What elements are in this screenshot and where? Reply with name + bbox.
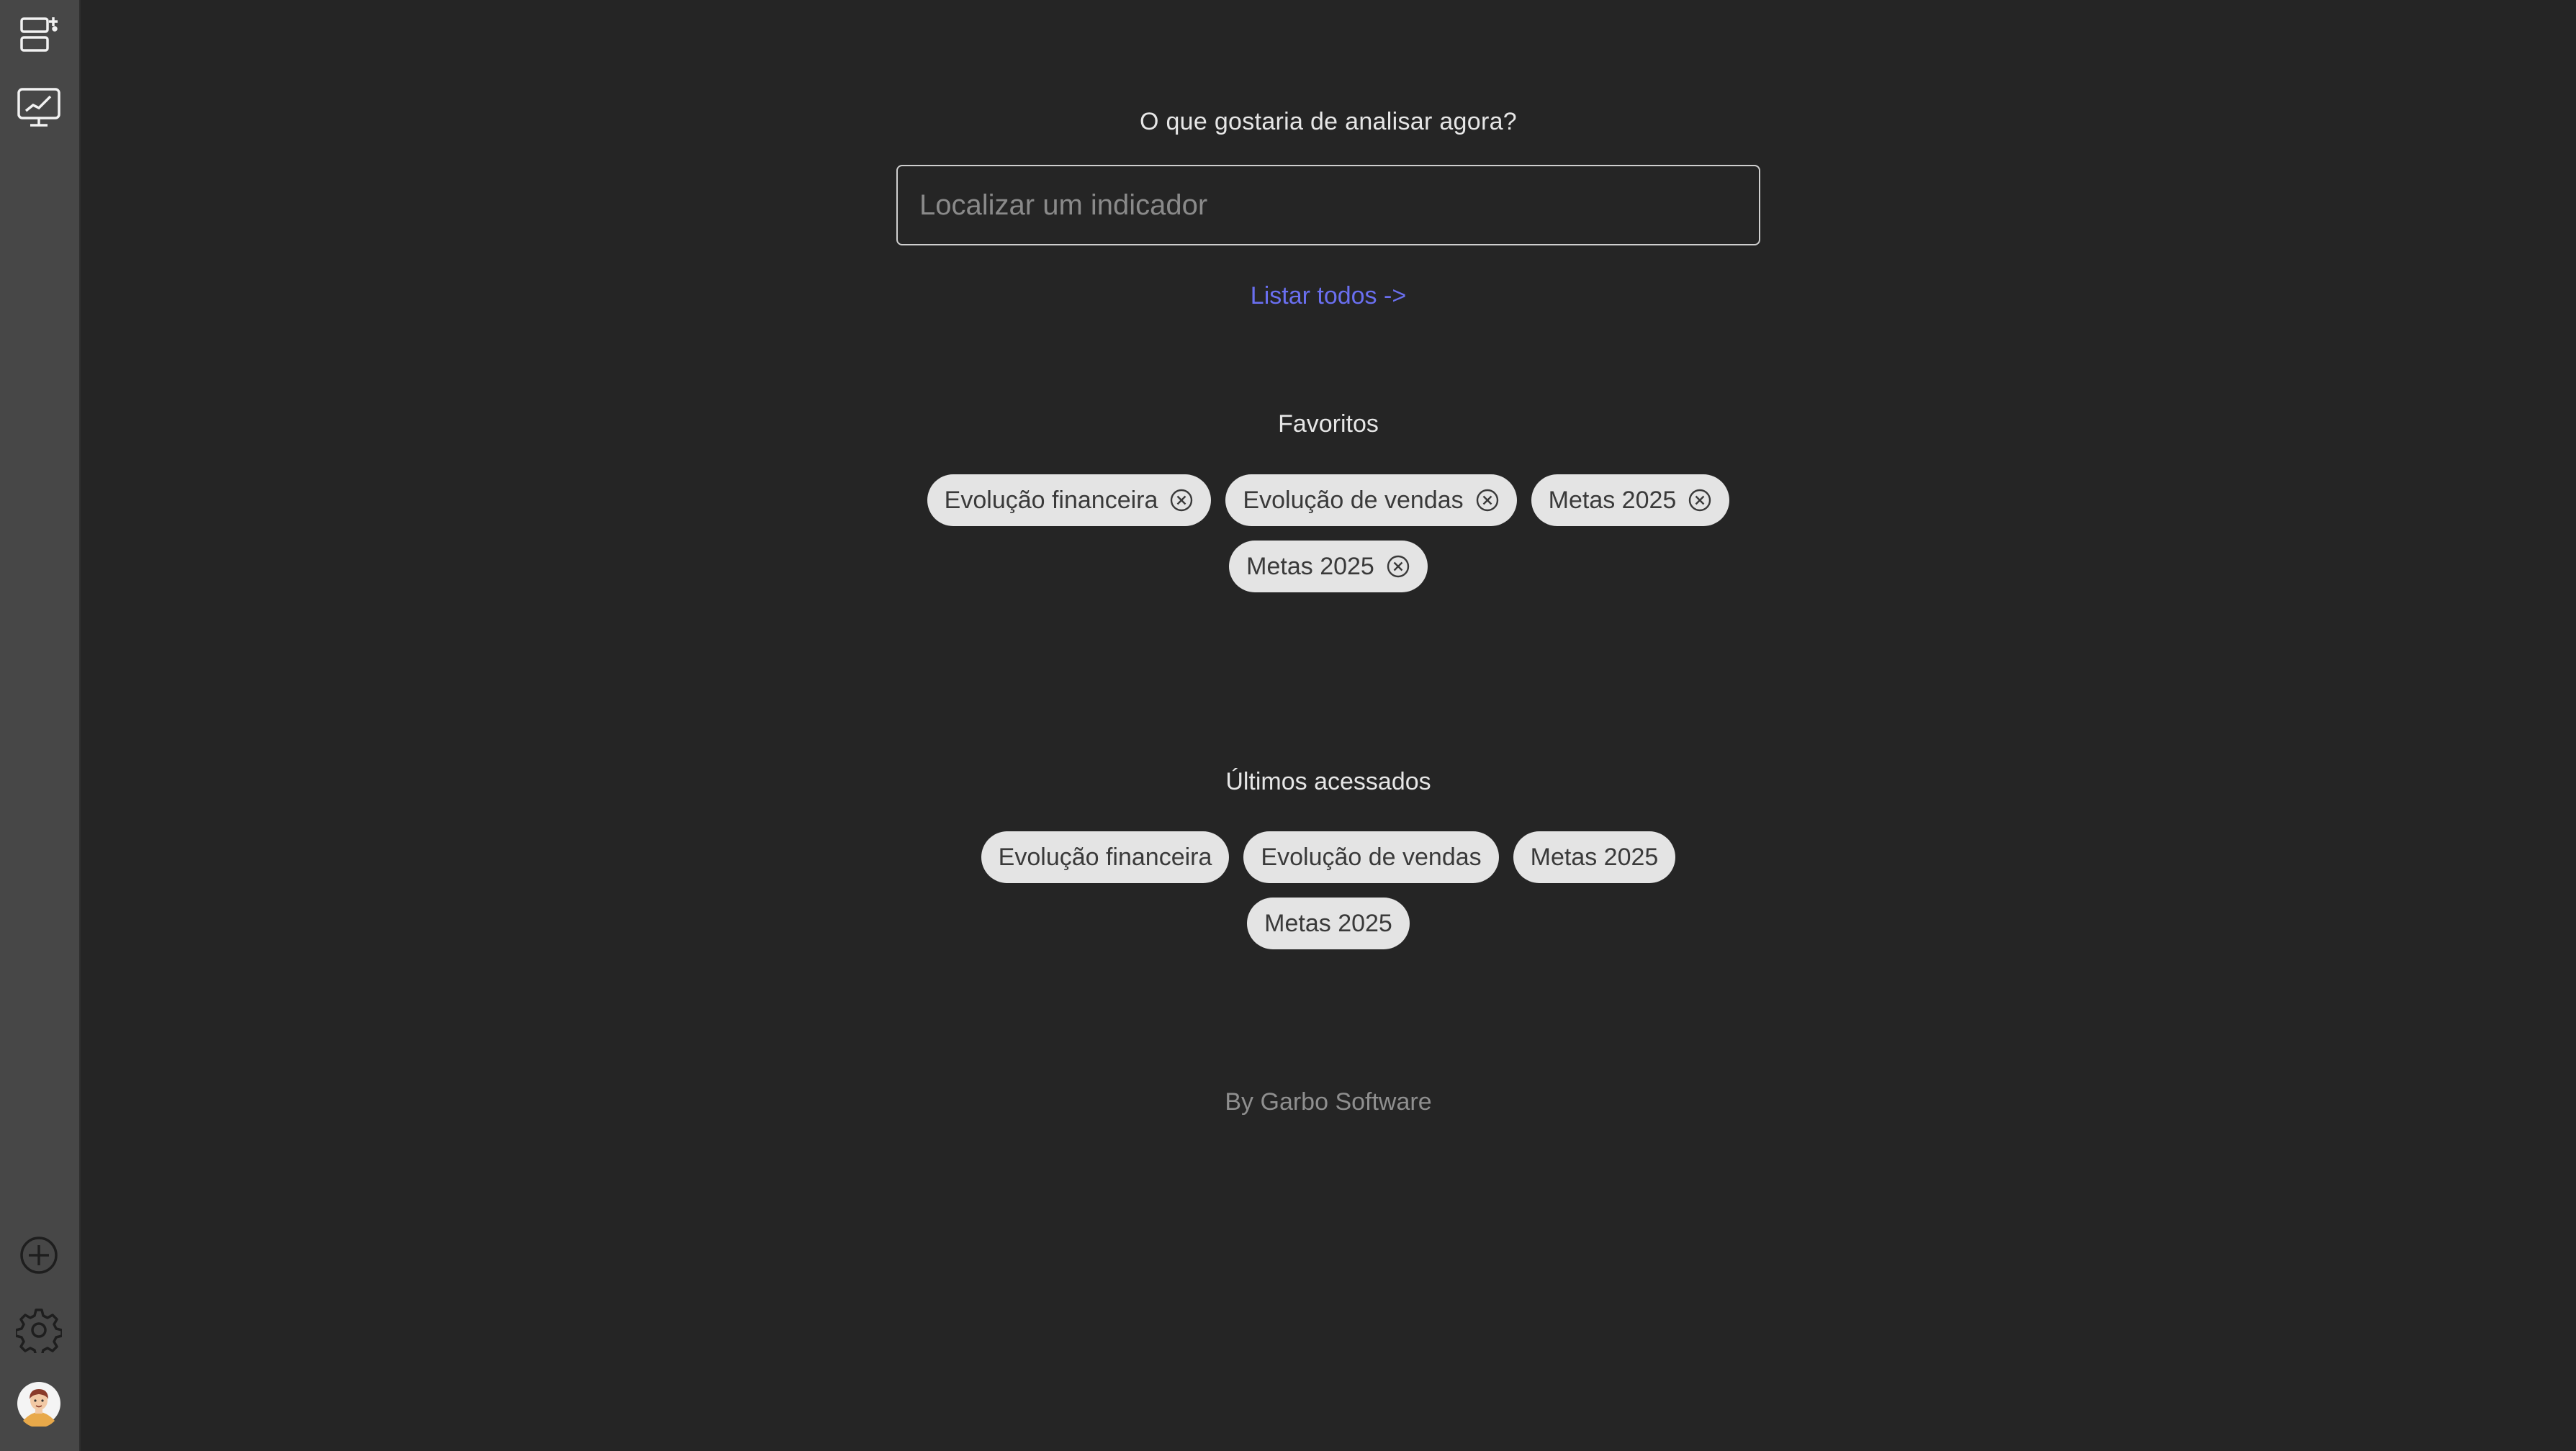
remove-favorite-icon[interactable] xyxy=(1169,488,1194,512)
search-prompt: O que gostaria de analisar agora? xyxy=(1139,108,1518,135)
favorite-chip[interactable]: Metas 2025 xyxy=(1229,541,1428,592)
recent-chip-label: Metas 2025 xyxy=(1264,909,1392,937)
recent-chip[interactable]: Evolução financeira xyxy=(981,831,1230,883)
favorite-chip[interactable]: Evolução financeira xyxy=(927,474,1212,526)
favorites-row-1: Evolução financeira Evolução de vendas M… xyxy=(81,474,2576,526)
list-all-link[interactable]: Listar todos -> xyxy=(81,282,2576,310)
recent-title: Últimos acessados xyxy=(1225,768,1431,795)
favorites-row-2: Metas 2025 xyxy=(81,541,2576,592)
favorite-chip-label: Evolução financeira xyxy=(944,486,1158,514)
favorite-chip[interactable]: Metas 2025 xyxy=(1531,474,1730,526)
search-input[interactable] xyxy=(896,165,1760,245)
chart-monitor-icon[interactable] xyxy=(16,85,62,131)
favorites-title: Favoritos xyxy=(1278,410,1379,438)
remove-favorite-icon[interactable] xyxy=(1386,554,1410,579)
gear-icon[interactable] xyxy=(16,1307,62,1353)
footer-credit: By Garbo Software xyxy=(1225,1088,1432,1116)
favorite-chip-label: Evolução de vendas xyxy=(1243,486,1464,514)
recent-chip[interactable]: Evolução de vendas xyxy=(1243,831,1499,883)
favorite-chip[interactable]: Evolução de vendas xyxy=(1225,474,1517,526)
recent-chip-label: Evolução financeira xyxy=(998,843,1212,871)
favorite-chip-label: Metas 2025 xyxy=(1246,552,1374,580)
add-circle-icon[interactable] xyxy=(16,1232,62,1278)
remove-favorite-icon[interactable] xyxy=(1688,488,1712,512)
recent-chip[interactable]: Metas 2025 xyxy=(1247,898,1410,949)
remove-favorite-icon[interactable] xyxy=(1475,488,1500,512)
recent-chip-label: Metas 2025 xyxy=(1530,843,1659,871)
favorite-chip-label: Metas 2025 xyxy=(1548,486,1677,514)
dashboard-list-icon[interactable] xyxy=(16,12,62,58)
recent-chip[interactable]: Metas 2025 xyxy=(1513,831,1676,883)
recent-row-1: Evolução financeira Evolução de vendas M… xyxy=(81,831,2576,883)
recent-chip-label: Evolução de vendas xyxy=(1261,843,1482,871)
recent-row-2: Metas 2025 xyxy=(81,898,2576,949)
sidebar xyxy=(0,0,81,1451)
main-content: O que gostaria de analisar agora? Listar… xyxy=(81,0,2576,1451)
user-avatar[interactable] xyxy=(16,1380,62,1427)
